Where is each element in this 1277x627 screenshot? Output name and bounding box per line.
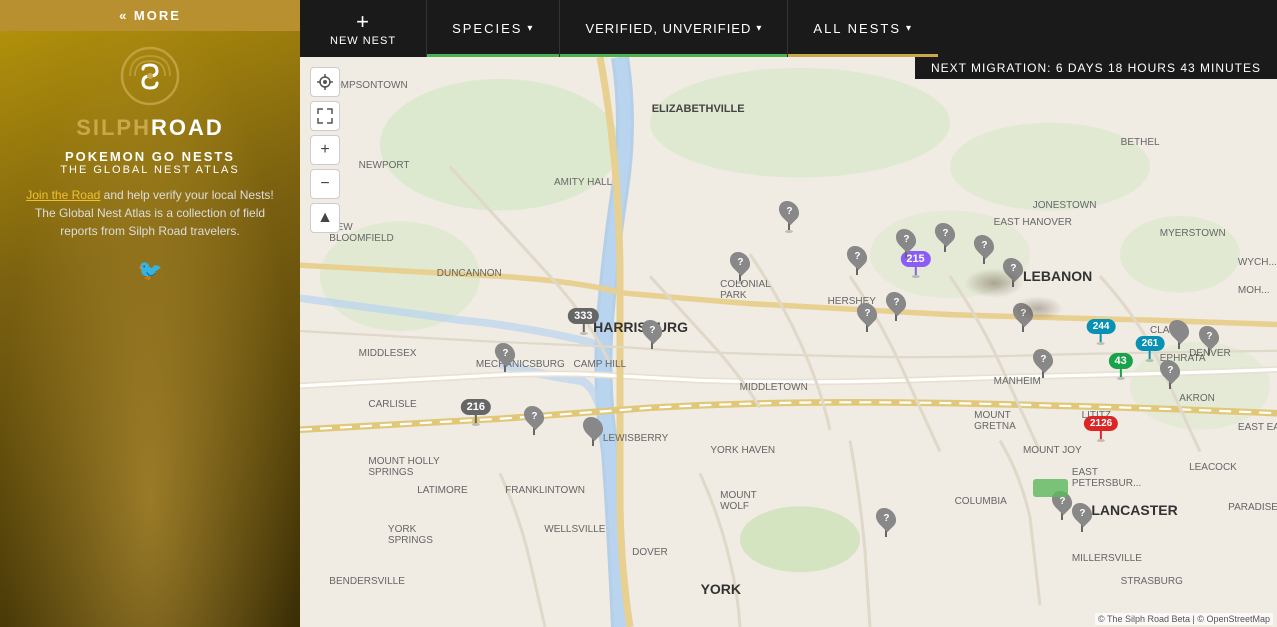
nest-marker-q6[interactable]: ? <box>975 234 993 264</box>
nest-marker-q3[interactable]: ? <box>848 245 866 275</box>
map-container[interactable]: THOMPSONTOWN ELIZABETHVILLE NEWPORT BETH… <box>300 57 1277 627</box>
nest-marker-q16[interactable]: ? <box>1200 325 1218 355</box>
nest-marker-q15[interactable]: ? <box>1161 359 1179 389</box>
map-controls: + − ▲ <box>310 67 340 233</box>
nest-marker-q14[interactable]: ? <box>1034 348 1052 378</box>
more-button[interactable]: « MORE <box>0 0 300 31</box>
sidebar: « MORE SILPHROAD POKEMON GO NESTS THE GL… <box>0 0 300 627</box>
verified-chevron-icon: ▾ <box>756 23 762 34</box>
verified-button[interactable]: VERIFIED, UNVERIFIED ▾ <box>560 0 788 57</box>
logo-text: SILPHROAD <box>76 115 224 141</box>
nest-marker-q9[interactable]: ? <box>1014 302 1032 332</box>
plus-icon: + <box>356 11 370 33</box>
navbar: + NEW NEST SPECIES ▾ VERIFIED, UNVERIFIE… <box>300 0 1277 57</box>
tagline-atlas: THE GLOBAL NEST ATLAS <box>60 164 239 176</box>
nest-marker-q8[interactable]: ? <box>858 302 876 332</box>
all-nests-chevron-icon: ▾ <box>906 23 913 34</box>
zoom-in-button[interactable]: + <box>310 135 340 165</box>
join-description: Join the Road and help verify your local… <box>0 186 300 240</box>
nest-marker-q19[interactable]: ? <box>877 507 895 537</box>
nest-marker-q12[interactable]: ? <box>496 342 514 372</box>
locate-button[interactable] <box>310 67 340 97</box>
nest-marker-q10[interactable]: ? <box>887 291 905 321</box>
join-link[interactable]: Join the Road <box>26 188 100 202</box>
nest-marker-plain2[interactable] <box>1170 319 1188 349</box>
nest-marker-q11[interactable]: ? <box>643 319 661 349</box>
nest-marker-q13[interactable]: ? <box>525 405 543 435</box>
tagline-pokemon: POKEMON GO NESTS <box>65 149 235 164</box>
green-park-area <box>1033 479 1068 497</box>
nest-marker-43[interactable]: 43 <box>1109 353 1133 380</box>
verified-label: VERIFIED, UNVERIFIED <box>585 21 751 36</box>
species-button[interactable]: SPECIES ▾ <box>427 0 560 57</box>
fullscreen-button[interactable] <box>310 101 340 131</box>
nest-marker-q5[interactable]: ? <box>936 222 954 252</box>
all-nests-button[interactable]: ALL NESTS ▾ <box>788 0 938 57</box>
new-nest-button[interactable]: + NEW NEST <box>300 0 427 57</box>
nest-marker-q1[interactable]: ? <box>780 200 798 233</box>
nest-marker-2126[interactable]: 2126 <box>1084 416 1118 442</box>
nest-marker-q2[interactable]: ? <box>731 251 749 284</box>
zoom-out-button[interactable]: − <box>310 169 340 199</box>
nest-marker-plain1[interactable] <box>584 416 602 446</box>
nest-marker-216[interactable]: 216 <box>461 399 491 426</box>
map-markers-container: ? ? 215 ? <box>300 57 1277 627</box>
new-nest-label: NEW NEST <box>330 35 396 47</box>
nest-marker-q4[interactable]: ? <box>897 228 915 258</box>
logo-container: SILPHROAD <box>76 41 224 141</box>
sidebar-content: SILPHROAD POKEMON GO NESTS THE GLOBAL NE… <box>0 31 300 283</box>
migration-banner: NEXT MIGRATION: 6 DAYS 18 HOURS 43 MINUT… <box>915 57 1277 79</box>
species-label: SPECIES <box>452 21 522 36</box>
nest-marker-333[interactable]: 333 <box>568 308 598 335</box>
nest-marker-244[interactable]: 244 <box>1087 319 1116 345</box>
twitter-icon[interactable]: 🐦 <box>138 258 163 283</box>
species-chevron-icon: ▾ <box>527 23 534 34</box>
silphroad-logo-icon <box>115 41 185 111</box>
all-nests-label: ALL NESTS <box>813 21 901 36</box>
compass-button[interactable]: ▲ <box>310 203 340 233</box>
main-content: + NEW NEST SPECIES ▾ VERIFIED, UNVERIFIE… <box>300 0 1277 627</box>
nest-marker-q18[interactable]: ? <box>1073 502 1091 532</box>
map-attribution: © The Silph Road Beta | © OpenStreetMap <box>1095 613 1273 625</box>
nest-marker-q7[interactable]: ? <box>1004 257 1022 287</box>
